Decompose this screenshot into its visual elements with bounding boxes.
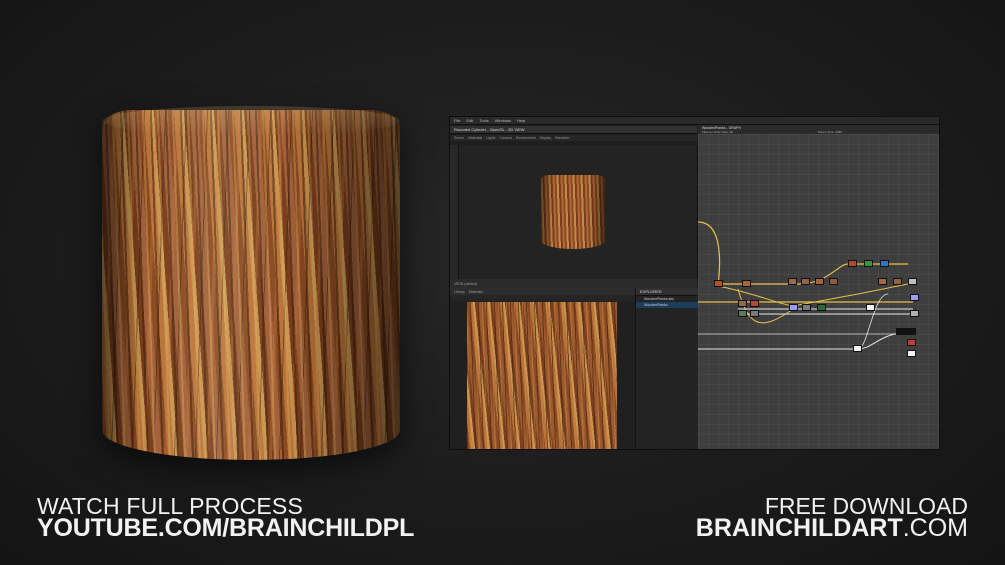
graph-node[interactable] bbox=[788, 278, 797, 285]
graph-node[interactable] bbox=[829, 278, 838, 285]
graph-node[interactable] bbox=[848, 260, 857, 267]
viewport3d-menu-lights[interactable]: Lights bbox=[486, 136, 495, 140]
graph-node[interactable] bbox=[864, 260, 873, 267]
graph-wires bbox=[698, 221, 913, 350]
explorer-title-bar: EXPLORER bbox=[636, 288, 698, 296]
menu-tools[interactable]: Tools bbox=[479, 118, 488, 123]
viewport3d-title: Rounded Cylinder - OpenGL - 3D VIEW bbox=[454, 127, 525, 132]
graph-node[interactable] bbox=[866, 304, 875, 311]
viewport3d-menu: Scene Materials Lights Camera Environmen… bbox=[450, 135, 697, 141]
graph-node[interactable] bbox=[750, 300, 759, 307]
graph-node[interactable] bbox=[815, 278, 824, 285]
explorer-item-label: WoodenPlanks.sbs bbox=[644, 297, 674, 301]
explorer-panel: EXPLORER WoodenPlanks.sbs WoodenPlanks bbox=[635, 288, 698, 449]
viewport3d-menu-materials[interactable]: Materials bbox=[468, 136, 482, 140]
graph-node[interactable] bbox=[880, 260, 889, 267]
node-graph[interactable] bbox=[698, 134, 939, 449]
graph-node[interactable] bbox=[907, 350, 916, 357]
graph-node[interactable] bbox=[801, 278, 810, 285]
graph-node[interactable] bbox=[853, 345, 862, 352]
viewport3d-footer: sRGB (default) bbox=[450, 279, 697, 288]
viewport2d-toolbar bbox=[450, 295, 635, 301]
viewport3d-cylinder bbox=[541, 175, 605, 249]
viewport3d-menu-scene[interactable]: Scene bbox=[454, 136, 464, 140]
caption-website-url[interactable]: BRAINCHILDART.COM bbox=[696, 516, 968, 541]
graph-node[interactable] bbox=[817, 304, 826, 311]
graph-node[interactable] bbox=[896, 328, 916, 335]
menu-windows[interactable]: Windows bbox=[495, 118, 511, 123]
graph-node[interactable] bbox=[738, 300, 747, 307]
menu-bar: File Edit Tools Windows Help bbox=[450, 117, 939, 125]
menu-help[interactable]: Help bbox=[517, 118, 525, 123]
viewport3d-title-bar: Rounded Cylinder - OpenGL - 3D VIEW bbox=[450, 126, 697, 134]
graph-node[interactable] bbox=[893, 278, 902, 285]
graph-node[interactable] bbox=[907, 339, 916, 346]
tab-library[interactable]: Library bbox=[454, 290, 465, 294]
graph-node[interactable] bbox=[910, 310, 919, 317]
explorer-item-graph[interactable]: WoodenPlanks bbox=[636, 302, 698, 308]
caption-website-name: BRAINCHILDART bbox=[695, 514, 903, 542]
viewport3d-menu-camera[interactable]: Camera bbox=[499, 136, 511, 140]
explorer-title: EXPLORER bbox=[640, 289, 662, 294]
material-preview-cylinder bbox=[102, 106, 400, 460]
caption-website-tld: .COM bbox=[902, 514, 968, 542]
graph-node[interactable] bbox=[878, 278, 887, 285]
graph-node[interactable] bbox=[742, 280, 751, 287]
explorer-item-label: WoodenPlanks bbox=[644, 303, 668, 307]
cylinder-top-highlight bbox=[102, 106, 400, 136]
menu-edit[interactable]: Edit bbox=[466, 118, 473, 123]
graph-node[interactable] bbox=[738, 310, 747, 317]
caption-youtube-url[interactable]: YOUTUBE.COM/BRAINCHILDPL bbox=[37, 516, 414, 541]
graph-node[interactable] bbox=[789, 304, 798, 311]
viewport-3d[interactable] bbox=[450, 145, 698, 279]
graph-node[interactable] bbox=[910, 294, 919, 301]
graph-node[interactable] bbox=[908, 278, 917, 285]
texture-2d-preview bbox=[467, 302, 617, 449]
viewport3d-toolstrip bbox=[450, 145, 459, 279]
viewport3d-menu-display[interactable]: Display bbox=[540, 136, 551, 140]
designer-app-window: File Edit Tools Windows Help Rounded Cyl… bbox=[449, 116, 940, 450]
viewport3d-menu-renderer[interactable]: Renderer bbox=[555, 136, 570, 140]
graph-node[interactable] bbox=[714, 280, 723, 287]
tab-materials[interactable]: Materials bbox=[469, 290, 483, 294]
menu-file[interactable]: File bbox=[454, 118, 460, 123]
viewport3d-menu-environment[interactable]: Environment bbox=[516, 136, 536, 140]
viewport2d-tabs: Library Materials bbox=[450, 288, 635, 295]
cylinder-wood-texture bbox=[102, 110, 400, 460]
graph-node[interactable] bbox=[750, 310, 759, 317]
graph-node[interactable] bbox=[802, 304, 811, 311]
viewport-colorspace[interactable]: sRGB (default) bbox=[454, 282, 477, 286]
